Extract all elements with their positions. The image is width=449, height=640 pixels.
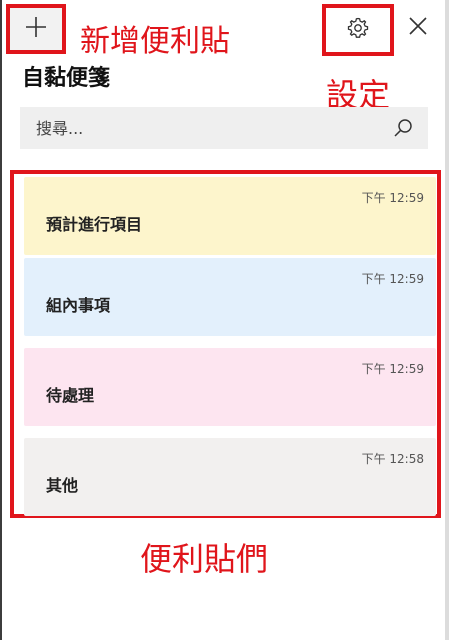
note-timestamp: 下午 12:59	[361, 272, 424, 286]
note-title: 待處理	[46, 386, 95, 405]
note-card[interactable]: 下午 12:58 其他	[24, 438, 436, 516]
note-timestamp: 下午 12:59	[361, 362, 424, 376]
plus-icon	[25, 16, 47, 42]
note-card[interactable]: 下午 12:59 預計進行項目	[24, 177, 436, 255]
search-icon[interactable]	[392, 117, 414, 139]
note-card[interactable]: 下午 12:59 待處理	[24, 348, 436, 426]
note-title: 預計進行項目	[46, 215, 143, 234]
page-title: 自黏便箋	[22, 66, 111, 91]
annotation-notes: 便利貼們	[140, 540, 269, 578]
search-input[interactable]	[36, 118, 392, 138]
note-timestamp: 下午 12:58	[361, 452, 424, 466]
search-box[interactable]	[20, 107, 428, 149]
close-button[interactable]	[404, 14, 432, 42]
annotation-add-note: 新增便利貼	[80, 24, 230, 59]
window-left-edge	[0, 0, 2, 640]
add-note-button[interactable]	[6, 4, 66, 54]
note-title: 其他	[46, 476, 79, 495]
note-title: 組內事項	[46, 296, 111, 315]
close-icon	[408, 16, 428, 40]
note-card[interactable]: 下午 12:59 組內事項	[24, 258, 436, 336]
gear-icon	[346, 16, 370, 44]
scrollbar-track[interactable]	[445, 0, 449, 640]
note-timestamp: 下午 12:59	[361, 191, 424, 205]
notes-list: 下午 12:59 預計進行項目 下午 12:59 組內事項 下午 12:59 待…	[10, 170, 441, 518]
settings-button[interactable]	[322, 4, 394, 56]
